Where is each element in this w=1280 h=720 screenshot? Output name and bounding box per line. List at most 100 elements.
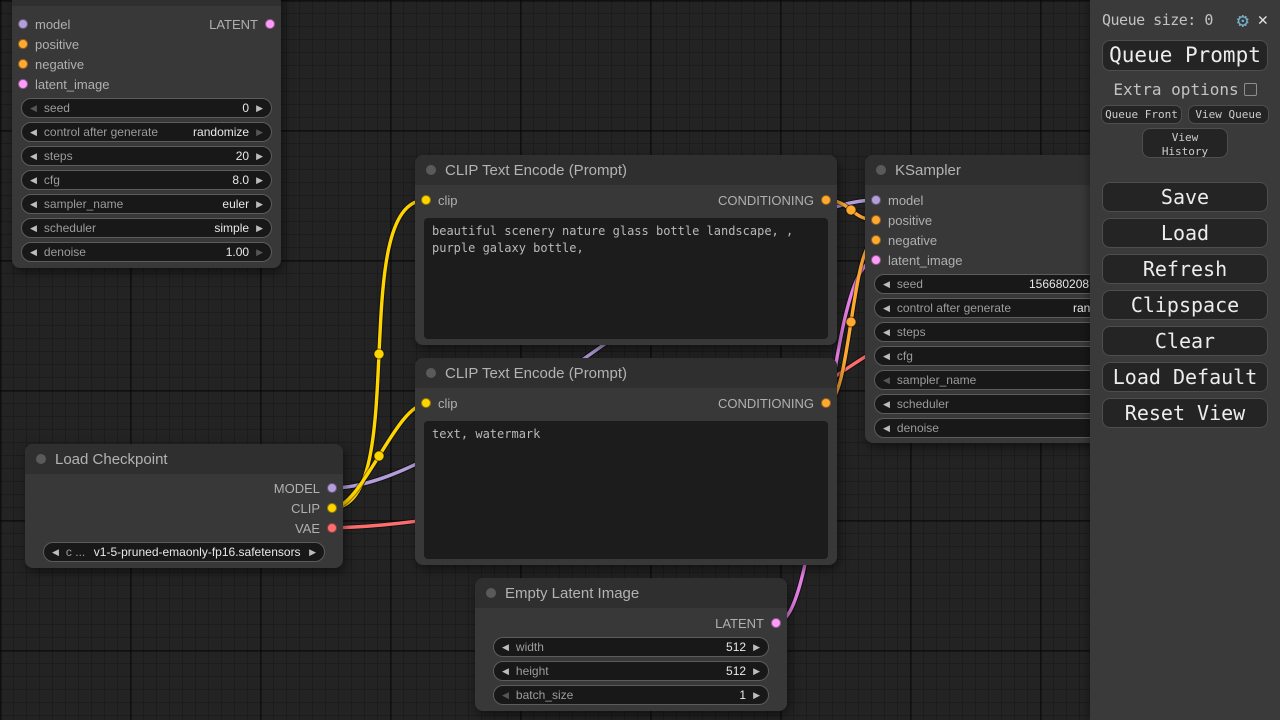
increment-arrow-icon[interactable]: ▶ [256, 200, 263, 209]
widget-batch-size[interactable]: ◀ batch_size 1 ▶ [493, 685, 769, 705]
save-button[interactable]: Save [1102, 182, 1268, 212]
decrement-arrow-icon[interactable]: ◀ [883, 352, 890, 361]
collapse-dot-icon[interactable] [36, 454, 46, 464]
widget-control-after-generate[interactable]: ◀ control after generate randomize ▶ [21, 122, 272, 142]
increment-arrow-icon[interactable]: ▶ [753, 643, 760, 652]
close-icon[interactable]: ✕ [1256, 12, 1270, 29]
decrement-arrow-icon[interactable]: ◀ [30, 104, 37, 113]
widget-width[interactable]: ◀ width 512 ▶ [493, 637, 769, 657]
clear-button[interactable]: Clear [1102, 326, 1268, 356]
widget-value: 1.00 [226, 245, 249, 259]
settings-gear-icon[interactable]: ⚙ [1237, 10, 1249, 30]
queue-size-label: Queue size: 0 [1102, 11, 1230, 29]
input-port-positive[interactable] [871, 215, 881, 225]
node-title-bar[interactable]: Empty Latent Image [475, 578, 787, 608]
increment-arrow-icon[interactable]: ▶ [256, 104, 263, 113]
widget-height[interactable]: ◀ height 512 ▶ [493, 661, 769, 681]
widget-cfg[interactable]: ◀ cfg 8.0 ▶ [21, 170, 272, 190]
port-label: VAE [295, 521, 320, 536]
node-title-bar[interactable]: CLIP Text Encode (Prompt) [415, 358, 837, 388]
widget-seed[interactable]: ◀ seed 0 ▶ [21, 98, 272, 118]
decrement-arrow-icon[interactable]: ◀ [502, 667, 509, 676]
output-port-conditioning[interactable] [821, 398, 831, 408]
output-port-vae[interactable] [327, 523, 337, 533]
widget-value: 20 [236, 149, 249, 163]
collapse-dot-icon[interactable] [876, 165, 886, 175]
collapse-dot-icon[interactable] [486, 588, 496, 598]
collapse-dot-icon[interactable] [426, 368, 436, 378]
decrement-arrow-icon[interactable]: ◀ [883, 304, 890, 313]
increment-arrow-icon[interactable]: ▶ [256, 152, 263, 161]
node-clip-text-encode-negative[interactable]: CLIP Text Encode (Prompt) clip CONDITION… [415, 358, 837, 565]
extra-options-checkbox[interactable] [1244, 83, 1257, 96]
input-port-negative[interactable] [871, 235, 881, 245]
increment-arrow-icon[interactable]: ▶ [256, 248, 263, 257]
decrement-arrow-icon[interactable]: ◀ [30, 176, 37, 185]
port-label: positive [35, 37, 79, 52]
widget-value: 8.0 [232, 173, 249, 187]
increment-arrow-icon[interactable]: ▶ [256, 128, 263, 137]
increment-arrow-icon[interactable]: ▶ [753, 691, 760, 700]
decrement-arrow-icon[interactable]: ◀ [883, 328, 890, 337]
next-arrow-icon[interactable]: ▶ [309, 548, 316, 557]
output-port-model[interactable] [327, 483, 337, 493]
decrement-arrow-icon[interactable]: ◀ [883, 424, 890, 433]
port-label: model [35, 17, 70, 32]
input-port-latent-image[interactable] [18, 79, 28, 89]
reset-view-button[interactable]: Reset View [1102, 398, 1268, 428]
node-title-bar[interactable]: CLIP Text Encode (Prompt) [415, 155, 837, 185]
node-ksampler-main[interactable]: KSampler model LATENT positive negative … [12, 0, 281, 268]
node-load-checkpoint[interactable]: Load Checkpoint MODEL CLIP VAE ◀ c ... v… [25, 444, 343, 568]
input-port-clip[interactable] [421, 195, 431, 205]
output-port-latent[interactable] [771, 618, 781, 628]
widget-label: sampler_name [44, 197, 123, 211]
input-port-model[interactable] [18, 19, 28, 29]
positive-prompt-textarea[interactable]: beautiful scenery nature glass bottle la… [424, 218, 828, 339]
view-history-button[interactable]: ViewHistory [1142, 128, 1228, 158]
widget-label: height [516, 664, 549, 678]
refresh-button[interactable]: Refresh [1102, 254, 1268, 284]
load-default-button[interactable]: Load Default [1102, 362, 1268, 392]
output-port-clip[interactable] [327, 503, 337, 513]
queue-front-button[interactable]: Queue Front [1101, 105, 1182, 124]
decrement-arrow-icon[interactable]: ◀ [502, 691, 509, 700]
node-empty-latent-image[interactable]: Empty Latent Image LATENT ◀ width 512 ▶ … [475, 578, 787, 711]
prev-arrow-icon[interactable]: ◀ [52, 548, 59, 557]
port-label: clip [438, 193, 458, 208]
output-port-conditioning[interactable] [821, 195, 831, 205]
widget-steps[interactable]: ◀ steps 20 ▶ [21, 146, 272, 166]
decrement-arrow-icon[interactable]: ◀ [883, 280, 890, 289]
increment-arrow-icon[interactable]: ▶ [256, 224, 263, 233]
decrement-arrow-icon[interactable]: ◀ [883, 400, 890, 409]
port-label: positive [888, 213, 932, 228]
widget-denoise[interactable]: ◀ denoise 1.00 ▶ [21, 242, 272, 262]
widget-ckpt-name[interactable]: ◀ c ... v1-5-pruned-emaonly-fp16.safeten… [43, 542, 325, 562]
decrement-arrow-icon[interactable]: ◀ [30, 200, 37, 209]
port-label: CONDITIONING [718, 193, 814, 208]
increment-arrow-icon[interactable]: ▶ [753, 667, 760, 676]
queue-prompt-button[interactable]: Queue Prompt [1102, 40, 1268, 71]
decrement-arrow-icon[interactable]: ◀ [502, 643, 509, 652]
clipspace-button[interactable]: Clipspace [1102, 290, 1268, 320]
input-port-model[interactable] [871, 195, 881, 205]
negative-prompt-textarea[interactable]: text, watermark [424, 421, 828, 559]
input-port-clip[interactable] [421, 398, 431, 408]
increment-arrow-icon[interactable]: ▶ [256, 176, 263, 185]
output-port-latent[interactable] [265, 19, 275, 29]
decrement-arrow-icon[interactable]: ◀ [30, 248, 37, 257]
widget-sampler-name[interactable]: ◀ sampler_name euler ▶ [21, 194, 272, 214]
input-port-positive[interactable] [18, 39, 28, 49]
decrement-arrow-icon[interactable]: ◀ [30, 152, 37, 161]
node-title-bar[interactable]: Load Checkpoint [25, 444, 343, 474]
input-port-negative[interactable] [18, 59, 28, 69]
decrement-arrow-icon[interactable]: ◀ [30, 224, 37, 233]
decrement-arrow-icon[interactable]: ◀ [883, 376, 890, 385]
widget-scheduler[interactable]: ◀ scheduler simple ▶ [21, 218, 272, 238]
collapse-dot-icon[interactable] [426, 165, 436, 175]
decrement-arrow-icon[interactable]: ◀ [30, 128, 37, 137]
widget-label: batch_size [516, 688, 573, 702]
load-button[interactable]: Load [1102, 218, 1268, 248]
node-clip-text-encode-positive[interactable]: CLIP Text Encode (Prompt) clip CONDITION… [415, 155, 837, 345]
input-port-latent-image[interactable] [871, 255, 881, 265]
view-queue-button[interactable]: View Queue [1188, 105, 1269, 124]
